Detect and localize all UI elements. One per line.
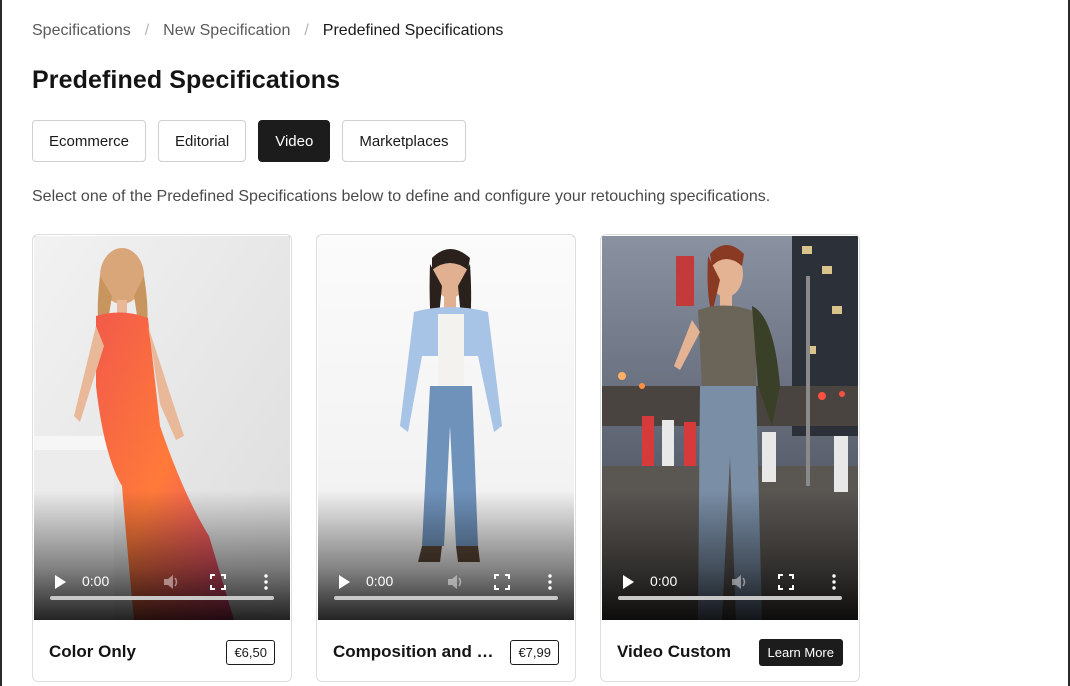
breadcrumb: Specifications / New Specification / Pre…: [32, 22, 503, 40]
card-title: Color Only: [49, 642, 136, 661]
video-gradient-overlay: [34, 490, 290, 620]
video-progress-bar[interactable]: [50, 596, 274, 600]
video-gradient-overlay: [602, 490, 858, 620]
tab-video[interactable]: Video: [258, 120, 331, 162]
spec-card-composition[interactable]: 0:00 Composition and Co... €7,99: [316, 234, 576, 682]
page-title: Predefined Specifications: [32, 66, 341, 94]
play-icon[interactable]: [52, 574, 68, 590]
card-footer: Video Custom Learn More: [601, 621, 859, 681]
more-vertical-icon[interactable]: [826, 573, 842, 591]
learn-more-button[interactable]: Learn More: [758, 638, 843, 666]
more-vertical-icon[interactable]: [258, 573, 274, 591]
video-controls: 0:00: [602, 572, 858, 592]
video-progress-bar[interactable]: [334, 596, 558, 600]
more-vertical-icon[interactable]: [542, 573, 558, 591]
breadcrumb-separator: /: [144, 22, 150, 39]
page-description: Select one of the Predefined Specificati…: [32, 188, 771, 205]
volume-icon[interactable]: [730, 573, 748, 591]
fullscreen-icon[interactable]: [494, 574, 510, 590]
card-footer: Composition and Co... €7,99: [317, 621, 575, 681]
play-icon[interactable]: [620, 574, 636, 590]
breadcrumb-specifications[interactable]: Specifications: [32, 22, 131, 40]
tab-marketplaces[interactable]: Marketplaces: [342, 120, 466, 162]
spec-card-color-only[interactable]: 0:00 Color Only €6,50: [32, 234, 292, 682]
card-title: Video Custom: [617, 642, 731, 661]
video-controls: 0:00: [318, 572, 574, 592]
window-frame-left: [0, 0, 2, 686]
play-icon[interactable]: [336, 574, 352, 590]
fullscreen-icon[interactable]: [778, 574, 794, 590]
video-time: 0:00: [366, 573, 394, 589]
category-tabs: Ecommerce Editorial Video Marketplaces: [32, 120, 466, 162]
card-title: Composition and Co...: [333, 642, 501, 661]
breadcrumb-separator: /: [304, 22, 309, 39]
video-controls: 0:00: [34, 572, 290, 592]
video-player[interactable]: 0:00: [602, 236, 858, 620]
video-gradient-overlay: [318, 490, 574, 620]
tab-editorial[interactable]: Editorial: [158, 120, 247, 162]
spec-card-video-custom[interactable]: 0:00 Video Custom Learn More: [600, 234, 860, 682]
breadcrumb-predefined-specifications: Predefined Specifications: [322, 22, 504, 39]
price-tag: €6,50: [226, 639, 275, 665]
tab-ecommerce[interactable]: Ecommerce: [32, 120, 147, 162]
fullscreen-icon[interactable]: [210, 574, 226, 590]
volume-icon[interactable]: [162, 573, 180, 591]
volume-icon[interactable]: [446, 573, 464, 591]
video-progress-bar[interactable]: [618, 596, 842, 600]
price-tag: €7,99: [510, 639, 559, 665]
video-player[interactable]: 0:00: [318, 236, 574, 620]
breadcrumb-new-specification[interactable]: New Specification: [163, 22, 290, 40]
specification-cards: 0:00 Color Only €6,50 0:00 Composition a…: [32, 234, 860, 682]
card-footer: Color Only €6,50: [33, 621, 291, 681]
video-time: 0:00: [82, 573, 110, 589]
video-time: 0:00: [650, 573, 678, 589]
video-player[interactable]: 0:00: [34, 236, 290, 620]
